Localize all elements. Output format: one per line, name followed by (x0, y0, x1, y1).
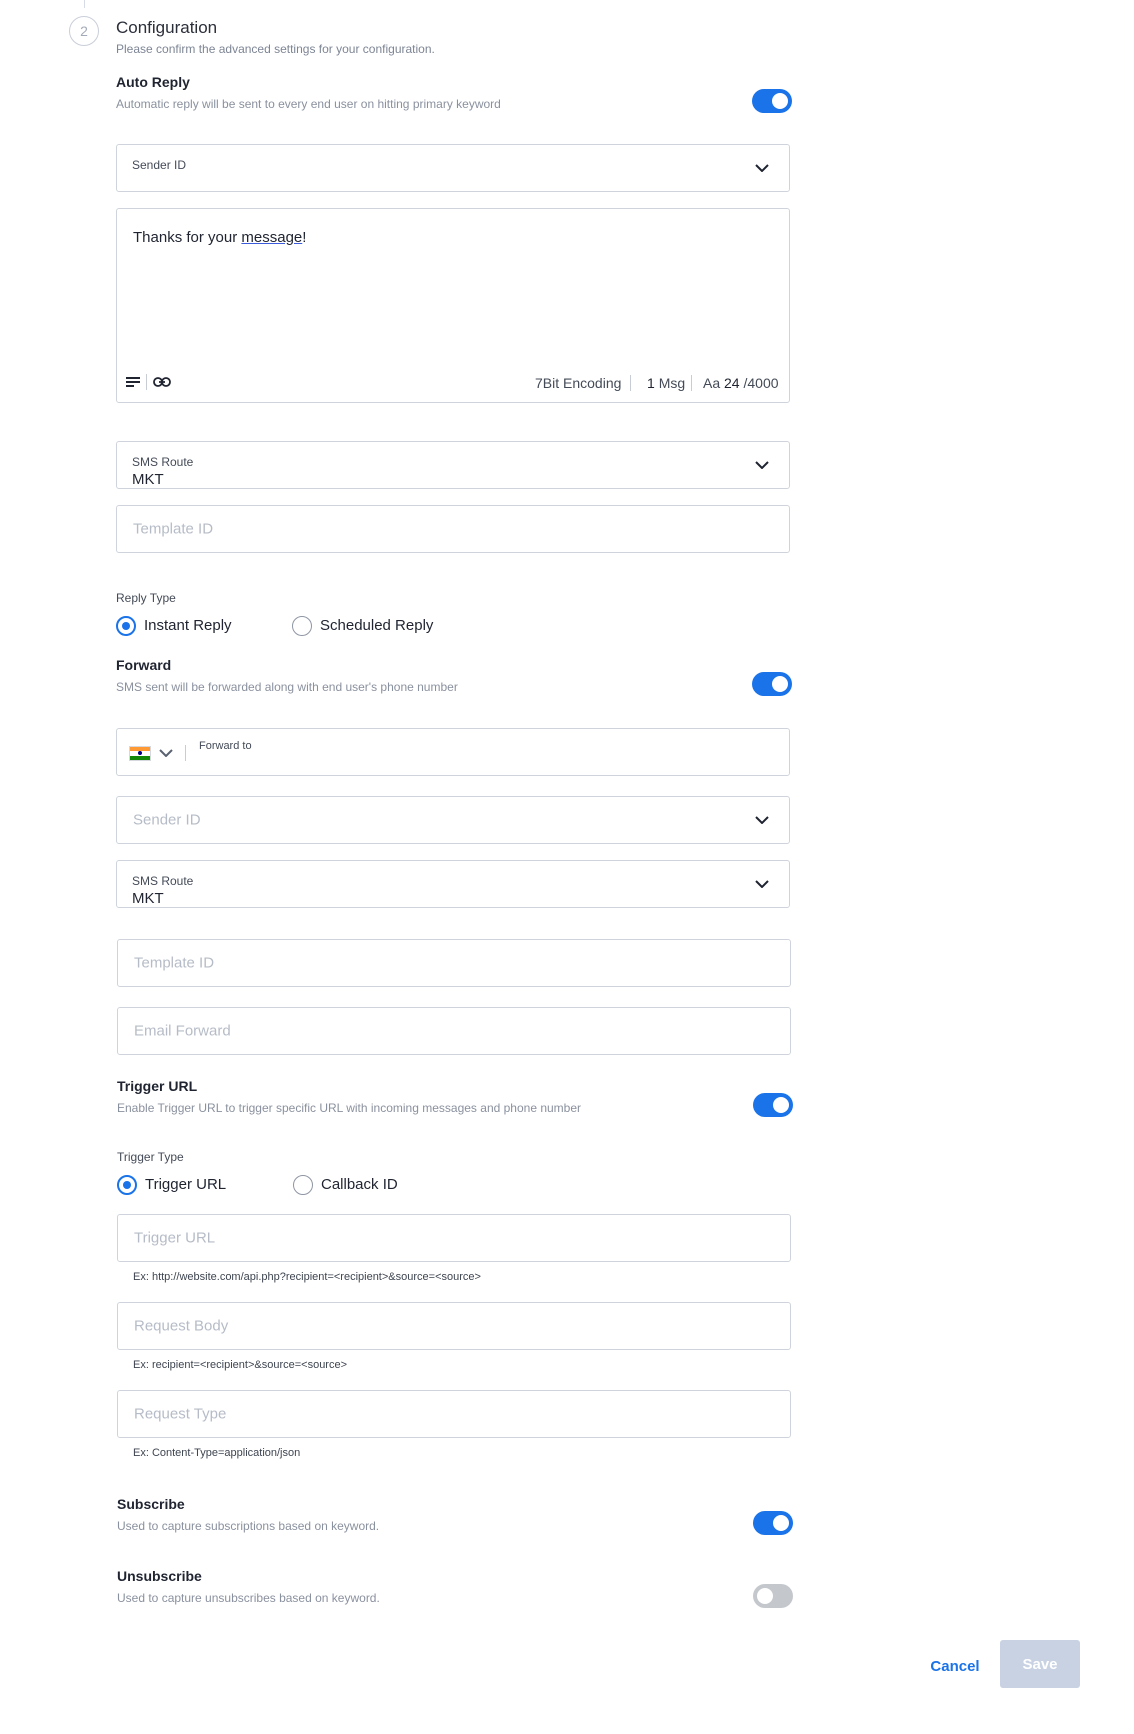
reply-type-label: Reply Type (116, 591, 176, 605)
forward-to-label: Forward to (199, 740, 252, 752)
message-text-word: message (241, 229, 303, 246)
chevron-down-icon (755, 816, 769, 824)
msg-count: 1 Msg (647, 375, 685, 391)
forward-title: Forward (116, 657, 172, 673)
forward-toggle[interactable] (752, 672, 792, 696)
unsubscribe-description: Used to capture unsubscribes based on ke… (117, 1591, 380, 1605)
msg-count-number: 1 (647, 375, 655, 391)
step-connector-line (84, 0, 85, 8)
subscribe-description: Used to capture subscriptions based on k… (117, 1519, 380, 1533)
email-forward-placeholder: Email Forward (134, 1022, 231, 1040)
request-body-placeholder: Request Body (134, 1317, 229, 1335)
trigger-url-input[interactable]: Trigger URL (117, 1214, 791, 1262)
auto-reply-toggle[interactable] (752, 89, 792, 113)
char-counter: Aa 24 /4000 (703, 375, 779, 391)
sender-id-label: Sender ID (132, 158, 187, 172)
request-type-example: Ex: Content-Type=application/json (133, 1447, 301, 1459)
sms-route-value: MKT (132, 471, 164, 488)
forward-sms-route-value: MKT (132, 890, 164, 907)
auto-reply-sender-id-select[interactable]: Sender ID (116, 144, 790, 192)
forward-sms-route-select[interactable]: SMS Route MKT (116, 860, 790, 908)
forward-template-id-input[interactable]: Template ID (117, 939, 791, 987)
cancel-button[interactable]: Cancel (920, 1646, 990, 1686)
chevron-down-icon (755, 461, 769, 469)
radio-scheduled-reply[interactable] (292, 616, 312, 636)
request-body-example: Ex: recipient=<recipient>&source=<source… (133, 1359, 348, 1371)
trigger-url-description: Enable Trigger URL to trigger specific U… (117, 1101, 582, 1115)
counter-divider (630, 375, 631, 391)
counter-divider (691, 375, 692, 391)
forward-sender-id-placeholder: Sender ID (133, 811, 201, 829)
radio-trigger-url[interactable] (117, 1175, 137, 1195)
subscribe-title: Subscribe (117, 1496, 185, 1512)
country-chevron-down-icon[interactable] (159, 749, 173, 757)
radio-scheduled-reply-label[interactable]: Scheduled Reply (320, 617, 433, 634)
char-count: 24 (724, 375, 740, 391)
request-type-placeholder: Request Type (134, 1405, 227, 1423)
encoding-label: 7Bit Encoding (535, 375, 622, 391)
trigger-url-placeholder: Trigger URL (134, 1229, 216, 1247)
radio-instant-reply[interactable] (116, 616, 136, 636)
section-subtitle: Please confirm the advanced settings for… (116, 42, 435, 56)
auto-reply-template-id-input[interactable]: Template ID (116, 505, 790, 553)
trigger-url-toggle[interactable] (753, 1093, 793, 1117)
trigger-url-title: Trigger URL (117, 1078, 198, 1094)
toggle-knob (772, 676, 788, 692)
auto-reply-message-editor[interactable]: Thanks for your message! 7Bit Encoding 1… (116, 208, 790, 403)
text-format-icon[interactable] (125, 376, 141, 388)
radio-callback-id-label[interactable]: Callback ID (321, 1176, 398, 1193)
trigger-type-label: Trigger Type (117, 1150, 184, 1164)
toolbar-divider (146, 374, 147, 390)
radio-instant-reply-label[interactable]: Instant Reply (144, 617, 232, 634)
radio-trigger-url-label[interactable]: Trigger URL (145, 1176, 226, 1193)
section-title: Configuration (116, 18, 218, 37)
toggle-knob (773, 1097, 789, 1113)
step-number-badge: 2 (69, 16, 99, 46)
forward-description: SMS sent will be forwarded along with en… (116, 680, 458, 694)
message-text-end: ! (302, 229, 307, 246)
unsubscribe-title: Unsubscribe (117, 1568, 202, 1584)
auto-reply-description: Automatic reply will be sent to every en… (116, 97, 501, 111)
char-limit: /4000 (743, 375, 779, 391)
request-body-input[interactable]: Request Body (117, 1302, 791, 1350)
subscribe-toggle[interactable] (753, 1511, 793, 1535)
toggle-knob (773, 1515, 789, 1531)
template-id-placeholder: Template ID (133, 520, 214, 538)
msg-count-label: Msg (658, 375, 686, 391)
trigger-url-example: Ex: http://website.com/api.php?recipient… (133, 1271, 481, 1283)
step-number: 2 (80, 23, 88, 39)
request-type-input[interactable]: Request Type (117, 1390, 791, 1438)
message-text[interactable]: Thanks for your message! (133, 229, 306, 246)
email-forward-input[interactable]: Email Forward (117, 1007, 791, 1055)
toggle-knob (757, 1588, 773, 1604)
forward-template-id-placeholder: Template ID (134, 954, 215, 972)
unsubscribe-toggle[interactable] (753, 1584, 793, 1608)
forward-sms-route-label: SMS Route (132, 874, 194, 888)
save-button[interactable]: Save (1000, 1640, 1080, 1688)
message-text-start: Thanks for your (133, 229, 242, 246)
radio-callback-id[interactable] (293, 1175, 313, 1195)
india-flag-icon[interactable] (129, 746, 151, 761)
toggle-knob (772, 93, 788, 109)
aa-label: Aa (703, 375, 721, 391)
auto-reply-title: Auto Reply (116, 74, 190, 90)
chevron-down-icon (755, 164, 769, 172)
sms-route-label: SMS Route (132, 455, 194, 469)
link-icon[interactable] (153, 376, 171, 388)
forward-sender-id-select[interactable]: Sender ID (116, 796, 790, 844)
auto-reply-sms-route-select[interactable]: SMS Route MKT (116, 441, 790, 489)
chevron-down-icon (755, 880, 769, 888)
country-divider (185, 745, 186, 761)
forward-to-phone-input[interactable]: Forward to (116, 728, 790, 776)
